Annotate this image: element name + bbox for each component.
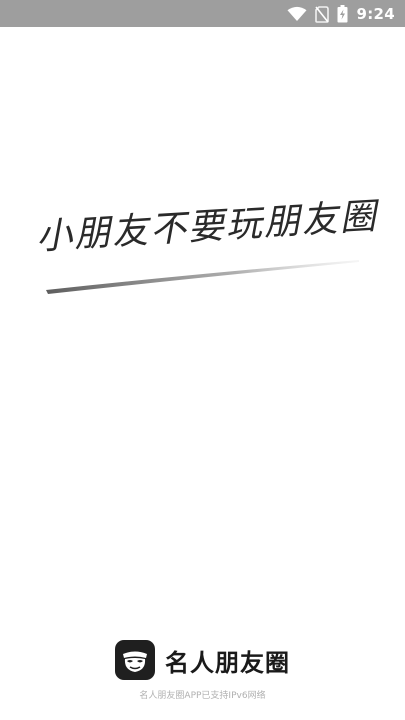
no-sim-icon (315, 5, 330, 23)
app-name: 名人朋友圈 (165, 648, 290, 677)
brush-stroke-underline (44, 258, 364, 302)
status-icons: 9:24 (287, 4, 395, 24)
status-time: 9:24 (356, 5, 395, 23)
wifi-icon (287, 6, 307, 22)
status-bar: 9:24 (0, 0, 405, 27)
splash-screen: 9:24 小朋友不要玩朋友圈 名人朋友圈 名人朋友圈APP已支持IPv6网络 (0, 0, 405, 720)
slogan-text: 小朋友不要玩朋友圈 (34, 196, 379, 258)
ipv6-support-note: 名人朋友圈APP已支持IPv6网络 (139, 691, 266, 701)
mask-face-logo-icon (115, 640, 155, 680)
battery-charging-icon (337, 5, 348, 23)
slogan-area: 小朋友不要玩朋友圈 (0, 180, 405, 310)
brand-block: 名人朋友圈 (0, 640, 405, 680)
